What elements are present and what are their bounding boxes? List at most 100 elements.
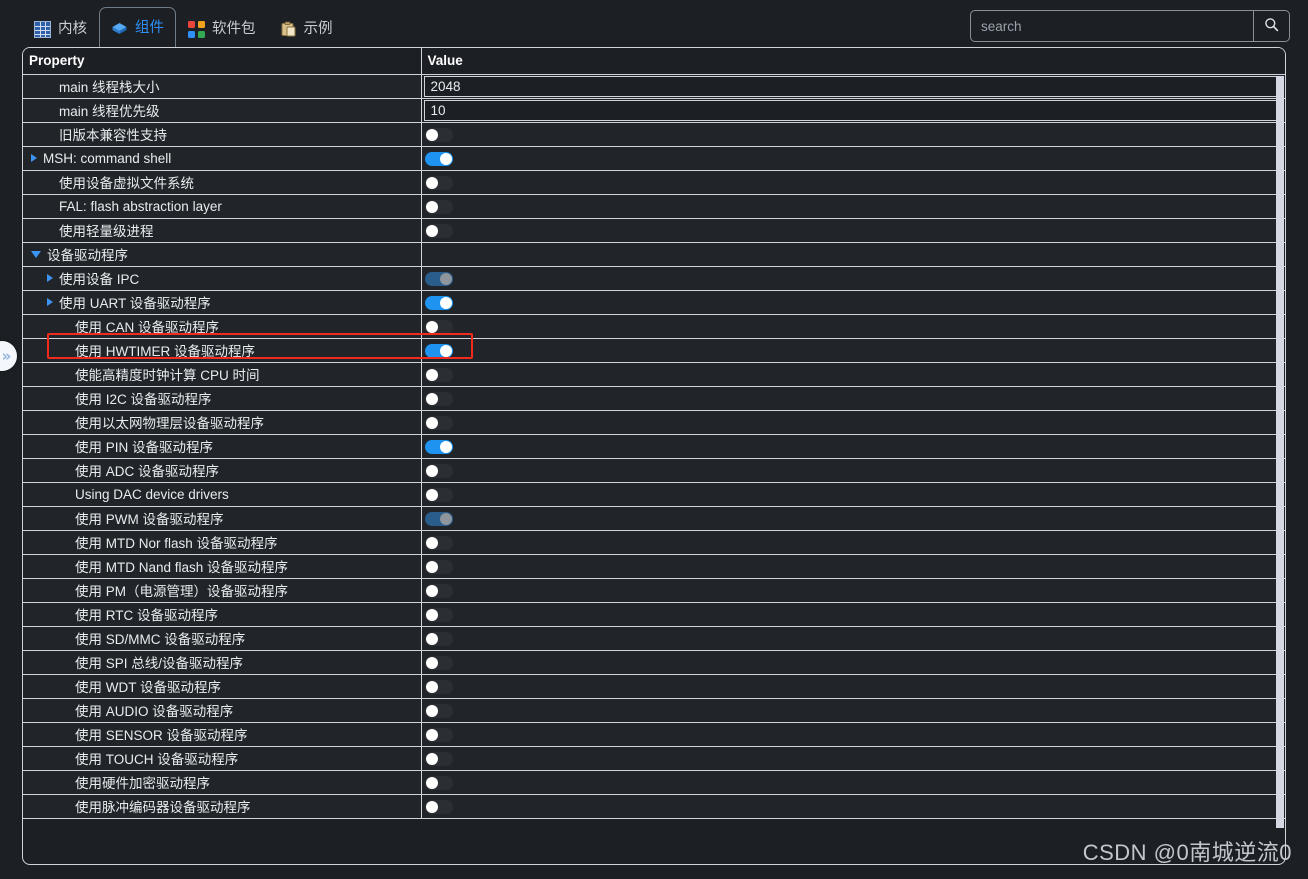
table-row[interactable]: 使用 CAN 设备驱动程序 [23,314,1285,339]
value-toggle[interactable] [424,535,453,550]
value-cell[interactable] [420,578,1285,603]
property-cell[interactable]: main 线程栈大小 [23,74,421,99]
tab-kernel[interactable]: 内核 [22,9,99,49]
property-cell[interactable]: 使用设备 IPC [23,266,421,291]
table-row[interactable]: 使用 PM（电源管理）设备驱动程序 [23,578,1285,603]
value-cell[interactable] [420,218,1285,243]
property-cell[interactable]: 使用 RTC 设备驱动程序 [23,602,421,627]
table-row[interactable]: 旧版本兼容性支持 [23,122,1285,147]
value-cell[interactable] [420,386,1285,411]
value-toggle[interactable] [424,439,453,454]
property-cell[interactable]: 使用硬件加密驱动程序 [23,770,421,795]
value-toggle[interactable] [424,487,453,502]
property-cell[interactable]: 使用 SENSOR 设备驱动程序 [23,722,421,747]
table-row[interactable]: MSH: command shell [23,146,1285,171]
value-cell[interactable] [420,482,1285,507]
value-cell[interactable] [420,698,1285,723]
value-input[interactable] [423,99,1283,121]
property-cell[interactable]: 使用 UART 设备驱动程序 [23,290,421,315]
value-toggle[interactable] [424,295,453,310]
value-cell[interactable] [420,626,1285,651]
property-cell[interactable]: 使用 MTD Nor flash 设备驱动程序 [23,530,421,555]
table-row[interactable]: 使用 WDT 设备驱动程序 [23,674,1285,699]
property-cell[interactable]: MSH: command shell [23,146,421,171]
value-cell[interactable] [420,770,1285,795]
value-cell[interactable] [420,530,1285,555]
property-cell[interactable]: 使用 MTD Nand flash 设备驱动程序 [23,554,421,579]
value-toggle[interactable] [424,511,453,526]
table-row[interactable]: Using DAC device drivers [23,482,1285,507]
table-row[interactable]: 使用轻量级进程 [23,218,1285,243]
value-toggle[interactable] [424,463,453,478]
value-toggle[interactable] [424,271,453,286]
table-row[interactable]: main 线程栈大小 [23,74,1285,99]
property-cell[interactable]: 使能高精度时钟计算 CPU 时间 [23,362,421,387]
value-cell[interactable] [420,146,1285,171]
value-toggle[interactable] [424,367,453,382]
property-cell[interactable]: 使用设备虚拟文件系统 [23,170,421,195]
property-cell[interactable]: 使用 I2C 设备驱动程序 [23,386,421,411]
table-row[interactable]: 使用设备 IPC [23,266,1285,291]
value-cell[interactable] [420,122,1285,147]
table-row[interactable]: 设备驱动程序 [23,242,1285,267]
value-cell[interactable] [420,290,1285,315]
property-cell[interactable]: 使用 HWTIMER 设备驱动程序 [23,338,421,363]
table-row[interactable]: 使用 ADC 设备驱动程序 [23,458,1285,483]
value-toggle[interactable] [424,655,453,670]
table-row[interactable]: 使用 MTD Nand flash 设备驱动程序 [23,554,1285,579]
property-cell[interactable]: main 线程优先级 [23,98,421,123]
property-cell[interactable]: 使用 ADC 设备驱动程序 [23,458,421,483]
property-cell[interactable]: 使用 CAN 设备驱动程序 [23,314,421,339]
property-cell[interactable]: 旧版本兼容性支持 [23,122,421,147]
value-cell[interactable] [420,74,1285,99]
value-cell[interactable] [420,458,1285,483]
collapse-arrow-icon[interactable] [31,250,41,258]
value-cell[interactable] [420,338,1285,363]
value-cell[interactable] [420,674,1285,699]
value-toggle[interactable] [424,559,453,574]
property-cell[interactable]: 使用 PWM 设备驱动程序 [23,506,421,531]
property-cell[interactable]: 使用以太网物理层设备驱动程序 [23,410,421,435]
value-cell[interactable] [420,554,1285,579]
value-cell[interactable] [420,170,1285,195]
property-cell[interactable]: 使用轻量级进程 [23,218,421,243]
value-cell[interactable] [420,602,1285,627]
value-cell[interactable] [420,194,1285,219]
value-cell[interactable] [420,506,1285,531]
property-cell[interactable]: 设备驱动程序 [23,242,421,267]
value-cell[interactable] [420,650,1285,675]
search-input[interactable] [971,11,1253,41]
value-toggle[interactable] [424,391,453,406]
table-row[interactable]: 使用 RTC 设备驱动程序 [23,602,1285,627]
table-row[interactable]: 使用以太网物理层设备驱动程序 [23,410,1285,435]
value-toggle[interactable] [424,607,453,622]
table-row[interactable]: 使用 SENSOR 设备驱动程序 [23,722,1285,747]
value-toggle[interactable] [424,415,453,430]
value-toggle[interactable] [424,799,453,814]
expand-arrow-icon[interactable] [47,298,53,306]
value-cell[interactable] [420,362,1285,387]
value-toggle[interactable] [424,175,453,190]
property-cell[interactable]: 使用 PM（电源管理）设备驱动程序 [23,578,421,603]
table-row[interactable]: 使用硬件加密驱动程序 [23,770,1285,795]
property-cell[interactable]: 使用 SD/MMC 设备驱动程序 [23,626,421,651]
table-row[interactable]: 使用 HWTIMER 设备驱动程序 [23,338,1285,363]
value-toggle[interactable] [424,703,453,718]
property-cell[interactable]: 使用 WDT 设备驱动程序 [23,674,421,699]
value-toggle[interactable] [424,775,453,790]
value-cell[interactable] [420,266,1285,291]
value-cell[interactable] [420,98,1285,123]
expand-arrow-icon[interactable] [31,154,37,162]
table-row[interactable]: 使用 PWM 设备驱动程序 [23,506,1285,531]
value-cell[interactable] [420,434,1285,459]
property-cell[interactable]: 使用 SPI 总线/设备驱动程序 [23,650,421,675]
property-cell[interactable]: 使用 PIN 设备驱动程序 [23,434,421,459]
tab-examples[interactable]: 示例 [268,9,345,49]
property-cell[interactable]: 使用 TOUCH 设备驱动程序 [23,746,421,771]
tab-components[interactable]: 组件 [99,7,176,51]
value-cell[interactable] [420,410,1285,435]
value-toggle[interactable] [424,631,453,646]
table-row[interactable]: 使用 SD/MMC 设备驱动程序 [23,626,1285,651]
value-toggle[interactable] [424,727,453,742]
value-cell[interactable] [420,314,1285,339]
